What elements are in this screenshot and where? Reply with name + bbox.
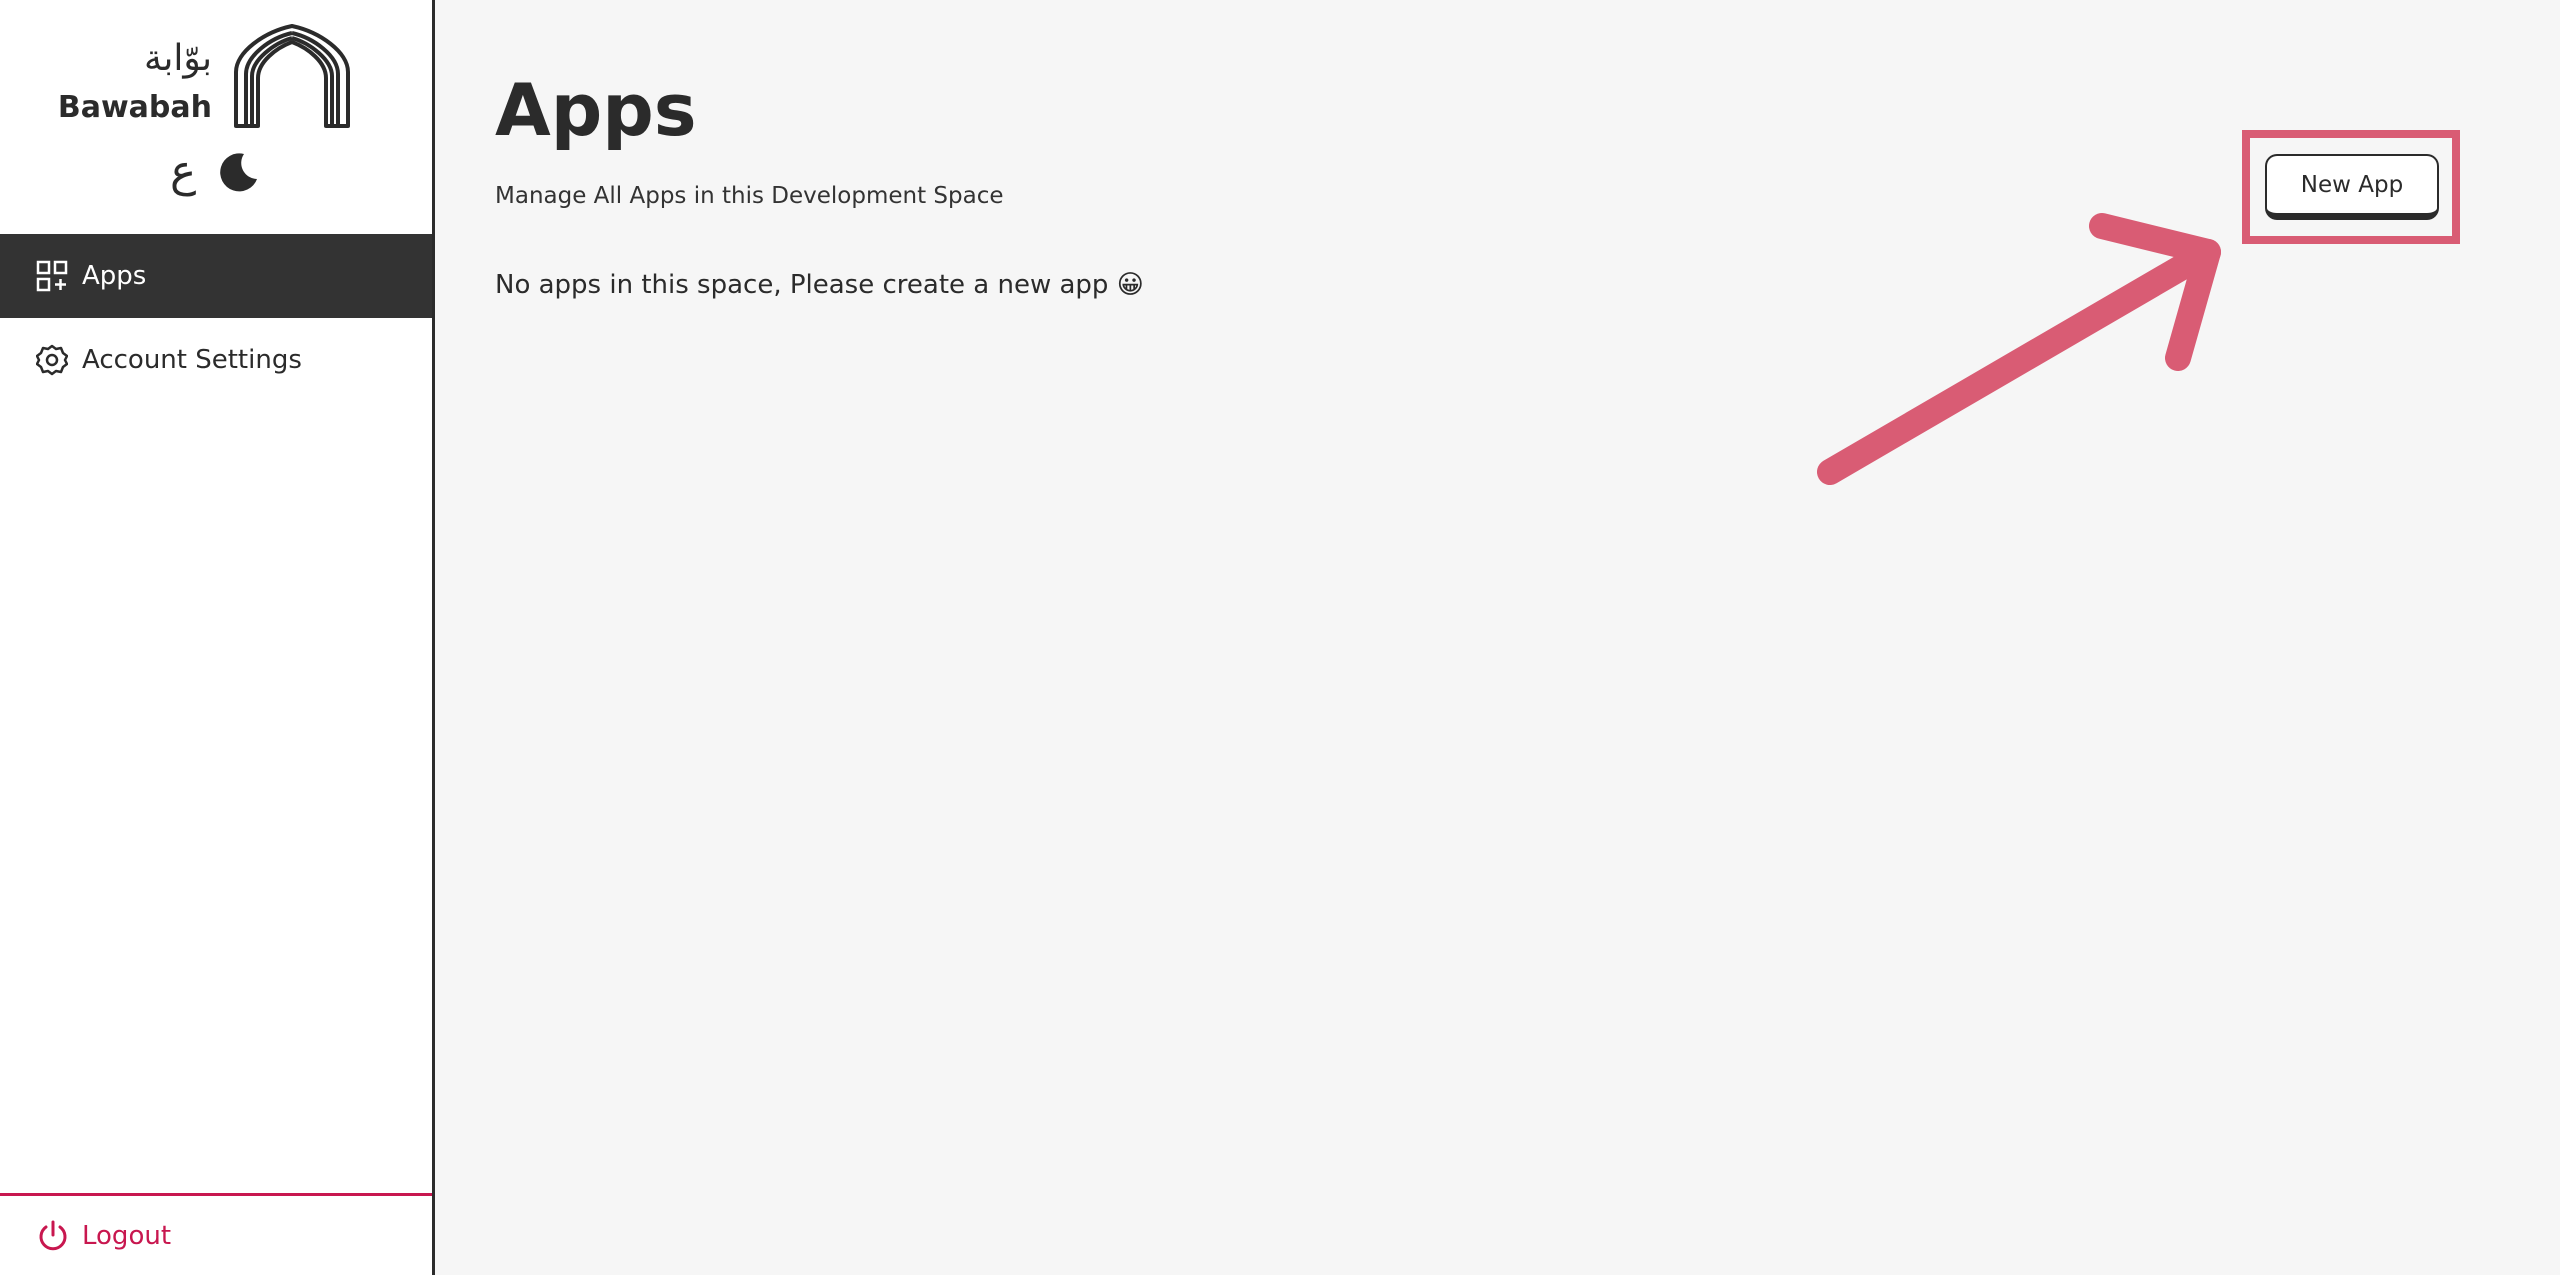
app-root: بوّابة Bawabah ع Apps Account Settings L…: [0, 0, 2560, 1275]
page-title: Apps: [495, 68, 697, 152]
new-app-button[interactable]: New App: [2265, 154, 2439, 220]
toggles: ع: [170, 150, 260, 194]
language-toggle[interactable]: ع: [170, 150, 196, 194]
page-subtitle: Manage All Apps in this Development Spac…: [495, 183, 1004, 209]
sidebar-item-label: Apps: [82, 261, 147, 291]
logout-button[interactable]: Logout: [0, 1193, 432, 1275]
sidebar: بوّابة Bawabah ع Apps Account Settings L…: [0, 0, 435, 1275]
brand-arabic-name: بوّابة: [144, 38, 212, 79]
brand: بوّابة Bawabah: [0, 0, 432, 140]
power-icon: [39, 1220, 67, 1250]
logout-label: Logout: [82, 1220, 172, 1251]
sidebar-item-label: Account Settings: [82, 345, 302, 375]
annotation-arrow: [1817, 213, 2221, 485]
sidebar-item-apps[interactable]: Apps: [0, 234, 432, 318]
arch-logo-icon: [234, 24, 350, 128]
sidebar-item-account-settings[interactable]: Account Settings: [0, 318, 432, 402]
gear-icon: [36, 344, 68, 376]
moon-icon[interactable]: [218, 151, 260, 193]
brand-name: Bawabah: [57, 90, 212, 125]
apps-grid-icon: [36, 260, 68, 292]
sidebar-nav: Apps Account Settings: [0, 234, 432, 402]
empty-state-message: No apps in this space, Please create a n…: [495, 270, 1144, 300]
